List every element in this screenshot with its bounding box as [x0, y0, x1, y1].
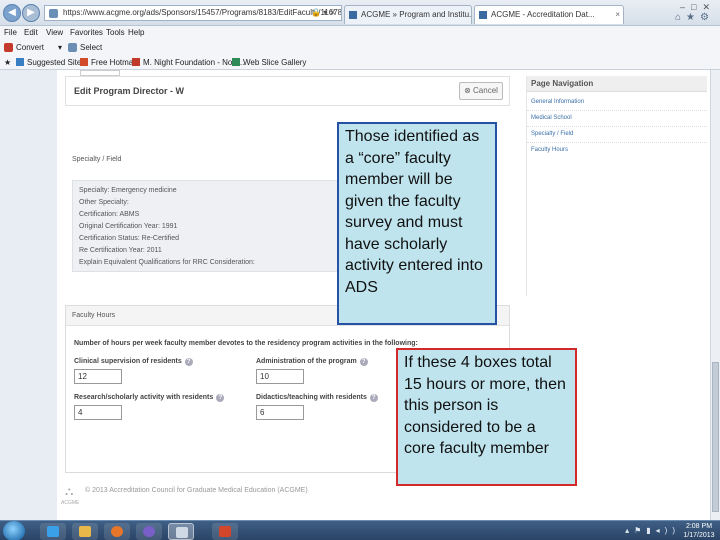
hotmail-icon — [80, 58, 88, 66]
cancel-button[interactable]: ⊗ Cancel — [459, 82, 503, 100]
menu-tools[interactable]: Tools — [106, 26, 125, 40]
tab-favicon-icon — [349, 11, 357, 19]
fav-web-slice-gallery[interactable]: Web Slice Gallery — [232, 55, 306, 70]
help-icon[interactable]: ? — [369, 394, 378, 402]
administration-label: Administration of the program? — [256, 358, 368, 366]
help-icon[interactable]: ? — [216, 394, 225, 402]
nav-divider — [527, 126, 707, 127]
page-left-gutter — [0, 70, 57, 520]
menu-help[interactable]: Help — [128, 26, 144, 40]
web-slice-icon — [232, 58, 240, 66]
dialog-header: Edit Program Director - W ⊗ Cancel — [65, 76, 510, 106]
page-navigation-heading: Page Navigation — [527, 76, 707, 92]
help-icon[interactable]: ? — [184, 358, 193, 366]
address-tools-icon[interactable]: 🔒▾✕ — [311, 6, 338, 20]
original-cert-year-line: Original Certification Year: 1991 — [79, 223, 178, 230]
research-scholarly-input[interactable]: 4 — [74, 405, 122, 420]
fav-free-hotmail[interactable]: Free Hotmail — [80, 55, 137, 70]
nav-link-faculty-hours[interactable]: Faculty Hours — [531, 147, 568, 153]
address-bar[interactable]: https://www.acgme.org/ads/Sponsors/15457… — [44, 5, 342, 21]
menu-bar: File Edit View Favorites Tools Help — [0, 26, 720, 40]
forward-icon[interactable]: ▶ — [22, 4, 40, 22]
tab-label: ACGME - Accreditation Dat... — [491, 10, 595, 19]
tab-label: ACGME » Program and Institu... — [361, 10, 472, 19]
suggested-sites-icon — [16, 58, 24, 66]
close-icon: ⊗ — [464, 86, 474, 95]
command-bar: Convert ▾ Select — [0, 40, 720, 55]
select-button[interactable]: Select — [80, 40, 102, 55]
specialty-line: Specialty: Emergency medicine — [79, 187, 177, 194]
equivalent-qualifications-line: Explain Equivalent Qualifications for RR… — [79, 259, 255, 266]
tab-acgme-program[interactable]: ACGME » Program and Institu... — [344, 5, 472, 24]
page-icon — [49, 9, 58, 18]
favorites-bar: ★ Suggested Sites Free Hotmail M. Night … — [0, 55, 720, 70]
recert-year-line: Re Certification Year: 2011 — [79, 247, 162, 254]
scrollbar-thumb[interactable] — [712, 362, 719, 512]
specialty-heading: Specialty / Field — [72, 156, 122, 163]
nav-link-specialty-field[interactable]: Specialty / Field — [531, 131, 573, 137]
help-icon[interactable]: ? — [359, 358, 368, 366]
windows-taskbar: ▴⚑▮◂)) 2:08 PM 1/17/2013 — [0, 520, 720, 540]
browser-address-row: ◀ ▶ https://www.acgme.org/ads/Sponsors/1… — [0, 0, 720, 26]
acgme-logo-icon: ⛬ — [65, 484, 74, 498]
faculty-hours-question: Number of hours per week faculty member … — [74, 340, 418, 347]
convert-button[interactable]: Convert — [16, 40, 44, 55]
dialog-title: Edit Program Director - W — [74, 86, 185, 96]
menu-edit[interactable]: Edit — [24, 26, 38, 40]
clinical-supervision-label: Clinical supervision of residents? — [74, 358, 193, 366]
address-text: https://www.acgme.org/ads/Sponsors/15457… — [63, 8, 342, 17]
footer-copyright: © 2013 Accreditation Council for Graduat… — [85, 487, 308, 494]
administration-input[interactable]: 10 — [256, 369, 304, 384]
active-window-icon[interactable] — [168, 523, 194, 540]
menu-file[interactable]: File — [4, 26, 17, 40]
research-scholarly-label: Research/scholarly activity with residen… — [74, 394, 225, 402]
other-specialty-line: Other Specialty: — [79, 199, 129, 206]
back-icon[interactable]: ◀ — [3, 4, 21, 22]
didactics-teaching-label: Didactics/teaching with residents? — [256, 394, 378, 402]
taskbar-clock[interactable]: 2:08 PM 1/17/2013 — [682, 522, 716, 540]
fav-suggested-sites[interactable]: Suggested Sites — [16, 55, 85, 70]
windows-start-icon[interactable] — [3, 521, 25, 540]
nav-link-medical-school[interactable]: Medical School — [531, 115, 572, 121]
clinical-supervision-input[interactable]: 12 — [74, 369, 122, 384]
home-star-gear-icons[interactable]: ⌂★⚙ — [675, 12, 714, 23]
close-tab-icon[interactable]: × — [615, 6, 620, 23]
menu-favorites[interactable]: Favorites — [70, 26, 103, 40]
certification-line: Certification: ABMS — [79, 211, 140, 218]
acgme-logo-text: ACGME — [61, 500, 80, 506]
nav-divider — [527, 142, 707, 143]
tab-favicon-icon — [479, 11, 487, 19]
convert-dropdown-icon[interactable]: ▾ — [58, 40, 62, 55]
nav-divider — [527, 110, 707, 111]
didactics-teaching-input[interactable]: 6 — [256, 405, 304, 420]
page-scrollbar[interactable] — [710, 70, 720, 520]
four-boxes-callout: If these 4 boxes total 15 hours or more,… — [396, 348, 577, 486]
convert-icon — [4, 43, 13, 52]
core-faculty-callout: Those identified as a “core” faculty mem… — [337, 122, 497, 325]
cancel-label: Cancel — [473, 86, 498, 95]
folder-icon[interactable] — [72, 523, 98, 540]
powerpoint-icon[interactable] — [212, 523, 238, 540]
favorites-star-icon[interactable]: ★ — [4, 55, 11, 70]
select-icon — [68, 43, 77, 52]
system-tray-icons[interactable]: ▴⚑▮◂)) — [625, 526, 680, 535]
page-navigation: Page Navigation General Information Medi… — [526, 76, 707, 296]
fav-m-night-foundation[interactable]: M. Night Foundation - Now... — [132, 55, 244, 70]
clock-date: 1/17/2013 — [683, 532, 715, 539]
firefox-icon[interactable] — [104, 523, 130, 540]
nav-link-general-information[interactable]: General Information — [531, 99, 584, 105]
media-icon[interactable] — [136, 523, 162, 540]
specialty-info-box: Specialty: Emergency medicine Other Spec… — [72, 180, 342, 272]
ie-icon[interactable] — [40, 523, 66, 540]
clock-time: 2:08 PM — [685, 523, 713, 530]
foundation-icon — [132, 58, 140, 66]
cert-status-line: Certification Status: Re-Certified — [79, 235, 179, 242]
tab-acgme-accreditation[interactable]: ACGME - Accreditation Dat... × — [474, 5, 624, 24]
menu-view[interactable]: View — [46, 26, 63, 40]
